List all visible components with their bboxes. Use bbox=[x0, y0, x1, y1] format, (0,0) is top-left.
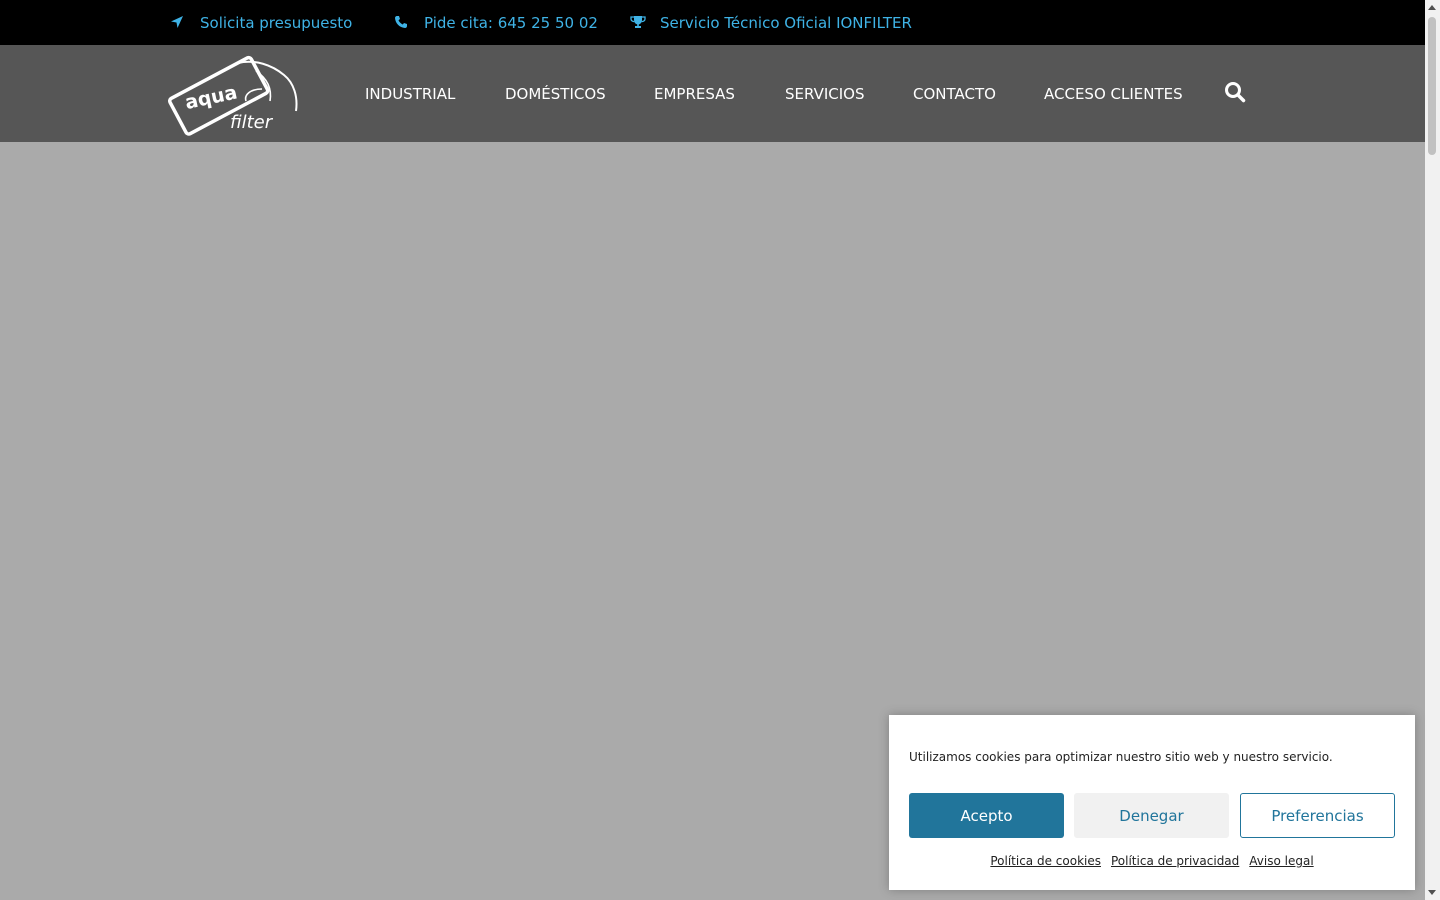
official-service-link[interactable]: Servicio Técnico Oficial IONFILTER bbox=[630, 0, 912, 45]
page-scrollbar[interactable] bbox=[1425, 0, 1440, 900]
scrollbar-thumb[interactable] bbox=[1428, 17, 1436, 155]
official-service-label: Servicio Técnico Oficial IONFILTER bbox=[660, 13, 912, 32]
main-header: aqua filter INDUSTRIAL DOMÉSTICOS EMPRES… bbox=[0, 45, 1425, 142]
cookie-message: Utilizamos cookies para optimizar nuestr… bbox=[909, 750, 1333, 764]
cookie-policy-link[interactable]: Política de cookies bbox=[990, 854, 1101, 868]
nav-servicios[interactable]: SERVICIOS bbox=[785, 45, 865, 142]
search-icon[interactable] bbox=[1224, 81, 1246, 103]
appointment-phone-label: Pide cita: 645 25 50 02 bbox=[424, 13, 598, 32]
scroll-down-arrow-icon[interactable] bbox=[1428, 890, 1436, 895]
cookie-links: Política de cookies Política de privacid… bbox=[889, 854, 1415, 868]
nav-empresas[interactable]: EMPRESAS bbox=[654, 45, 735, 142]
privacy-policy-link[interactable]: Política de privacidad bbox=[1111, 854, 1239, 868]
nav-domesticos[interactable]: DOMÉSTICOS bbox=[505, 45, 606, 142]
aquafilter-logo[interactable]: aqua filter bbox=[160, 49, 302, 139]
logo-word-filter: filter bbox=[230, 112, 274, 133]
request-quote-link[interactable]: Solicita presupuesto bbox=[170, 0, 352, 45]
nav-contacto[interactable]: CONTACTO bbox=[913, 45, 996, 142]
trophy-icon bbox=[630, 15, 646, 31]
nav-acceso-clientes[interactable]: ACCESO CLIENTES bbox=[1044, 45, 1183, 142]
request-quote-label: Solicita presupuesto bbox=[200, 13, 353, 32]
phone-icon bbox=[394, 15, 410, 31]
cookie-banner: Utilizamos cookies para optimizar nuestr… bbox=[889, 715, 1415, 890]
legal-notice-link[interactable]: Aviso legal bbox=[1249, 854, 1313, 868]
scroll-up-arrow-icon[interactable] bbox=[1428, 5, 1436, 10]
deny-cookies-button[interactable]: Denegar bbox=[1074, 793, 1229, 838]
cookie-preferences-button[interactable]: Preferencias bbox=[1240, 793, 1395, 838]
location-arrow-icon bbox=[170, 15, 186, 31]
accept-cookies-button[interactable]: Acepto bbox=[909, 793, 1064, 838]
appointment-phone-link[interactable]: Pide cita: 645 25 50 02 bbox=[394, 0, 598, 45]
nav-industrial[interactable]: INDUSTRIAL bbox=[365, 45, 455, 142]
top-bar: Solicita presupuesto Pide cita: 645 25 5… bbox=[0, 0, 1425, 45]
